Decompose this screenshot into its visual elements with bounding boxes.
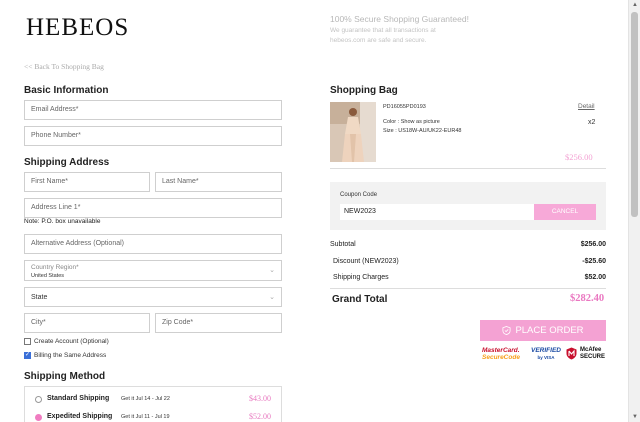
city-field[interactable]: City* — [24, 313, 150, 333]
shipping-option-name: Expedited Shipping — [47, 413, 113, 420]
email-field[interactable]: Email Address* — [24, 100, 282, 120]
mastercard-securecode-logo: MasterCard. SecureCode — [482, 347, 520, 365]
radio-selected-icon — [35, 414, 42, 421]
address-line-1-placeholder: Address Line 1* — [31, 204, 81, 211]
place-order-button[interactable]: PLACE ORDER — [480, 320, 606, 341]
chevron-down-icon: ⌄ — [269, 267, 275, 274]
verified-text: VERIFIED — [531, 347, 561, 354]
shipping-option-eta: Get it Jul 14 - Jul 22 — [121, 396, 170, 402]
discount-label: Discount (NEW2023) — [333, 258, 399, 265]
secure-subtitle: We guarantee that all transactions at he… — [330, 26, 470, 46]
shipping-charges-value: $52.00 — [584, 274, 606, 281]
product-size: Size : US18W-AU/UK22-EUR48 — [383, 128, 462, 134]
alternative-address-placeholder: Alternative Address (Optional) — [31, 240, 124, 247]
basic-info-heading: Basic Information — [24, 85, 109, 96]
last-name-field[interactable]: Last Name* — [155, 172, 282, 192]
secure-text: SECURE — [580, 354, 606, 360]
state-select[interactable]: State ⌄ — [24, 287, 282, 307]
product-image — [330, 102, 376, 162]
secure-line-1: We guarantee that all transactions at — [330, 27, 436, 34]
create-account-label: Create Account (Optional) — [34, 338, 109, 345]
first-name-field[interactable]: First Name* — [24, 172, 150, 192]
mcafee-shield-icon — [566, 347, 577, 360]
secure-title: 100% Secure Shopping Guaranteed! — [330, 14, 469, 24]
billing-same-checkbox[interactable]: Billing the Same Address — [24, 351, 107, 359]
mastercard-text: MasterCard. — [482, 347, 520, 354]
phone-field[interactable]: Phone Number* — [24, 126, 282, 146]
country-value: United States — [31, 273, 65, 279]
detail-link[interactable]: Detail — [578, 103, 595, 110]
billing-same-label: Billing the Same Address — [34, 352, 107, 359]
shipping-option-eta: Get it Jul 11 - Jul 19 — [121, 414, 170, 420]
product-color: Color : Show as picture — [383, 119, 440, 125]
page-scrollbar[interactable]: ▲ ▼ — [628, 0, 640, 422]
subtotal-value: $256.00 — [580, 241, 606, 248]
shipping-method-list: Standard Shipping Get it Jul 14 - Jul 22… — [24, 386, 282, 422]
zip-code-placeholder: Zip Code* — [162, 319, 194, 326]
product-quantity: x2 — [588, 119, 596, 126]
state-label: State — [31, 294, 48, 301]
shopping-bag-heading: Shopping Bag — [330, 85, 398, 96]
product-price: $256.00 — [565, 152, 593, 162]
coupon-label: Coupon Code — [340, 192, 378, 198]
shipping-option-expedited[interactable]: Expedited Shipping Get it Jul 11 - Jul 1… — [25, 409, 281, 422]
coupon-value: NEW2023 — [344, 208, 376, 215]
last-name-placeholder: Last Name* — [162, 178, 199, 185]
place-order-label: PLACE ORDER — [515, 325, 584, 336]
scroll-thumb[interactable] — [631, 12, 638, 217]
radio-icon — [35, 396, 42, 403]
mcafee-text: McAfee — [580, 347, 602, 353]
mcafee-secure-logo: McAfee SECURE — [566, 347, 605, 365]
shipping-option-price: $52.00 — [249, 412, 271, 421]
secure-line-2: hebeos.com are safe and secure. — [330, 37, 427, 44]
first-name-placeholder: First Name* — [31, 178, 68, 185]
create-account-checkbox[interactable]: Create Account (Optional) — [24, 338, 109, 345]
checkout-page: HEBEOS 100% Secure Shopping Guaranteed! … — [0, 0, 628, 422]
country-select[interactable]: Country Region* United States ⌄ — [24, 260, 282, 281]
shipping-option-price: $43.00 — [249, 394, 271, 403]
shipping-method-heading: Shipping Method — [24, 371, 106, 382]
verified-by-visa-logo: VERIFIED by VISA — [531, 347, 561, 365]
shield-check-icon — [502, 326, 511, 335]
country-label: Country Region* — [31, 264, 79, 271]
zip-code-field[interactable]: Zip Code* — [155, 313, 282, 333]
city-placeholder: City* — [31, 319, 46, 326]
email-placeholder: Email Address* — [31, 106, 79, 113]
back-to-bag-link[interactable]: << Back To Shopping Bag — [24, 62, 104, 71]
address-line-1-field[interactable]: Address Line 1* — [24, 198, 282, 218]
coupon-section: Coupon Code NEW2023 CANCEL — [330, 182, 606, 230]
checked-checkbox-icon — [24, 351, 31, 359]
grand-total-value: $282.40 — [570, 293, 605, 304]
cancel-coupon-button[interactable]: CANCEL — [534, 204, 596, 220]
shipping-charges-label: Shipping Charges — [333, 274, 389, 281]
divider — [330, 288, 606, 289]
phone-placeholder: Phone Number* — [31, 132, 81, 139]
brand-logo[interactable]: HEBEOS — [26, 14, 129, 42]
coupon-input[interactable]: NEW2023 — [340, 204, 534, 220]
shipping-option-name: Standard Shipping — [47, 395, 110, 402]
product-code: PD16055PD0193 — [383, 104, 426, 110]
shipping-address-heading: Shipping Address — [24, 157, 110, 168]
alternative-address-field[interactable]: Alternative Address (Optional) — [24, 234, 282, 254]
grand-total-label: Grand Total — [332, 294, 388, 305]
product-thumbnail[interactable] — [330, 102, 376, 162]
subtotal-label: Subtotal — [330, 241, 356, 248]
by-visa-text: by VISA — [537, 355, 555, 360]
divider — [330, 168, 606, 169]
scroll-up-arrow-icon[interactable]: ▲ — [632, 2, 638, 8]
po-box-note: Note: P.O. box unavailable — [24, 218, 101, 225]
discount-value: -$25.60 — [582, 258, 606, 265]
shipping-option-standard[interactable]: Standard Shipping Get it Jul 14 - Jul 22… — [25, 391, 281, 409]
chevron-down-icon: ⌄ — [269, 294, 275, 301]
securecode-text: SecureCode — [482, 354, 520, 361]
scroll-down-arrow-icon[interactable]: ▼ — [632, 414, 638, 420]
checkbox-icon — [24, 338, 31, 345]
